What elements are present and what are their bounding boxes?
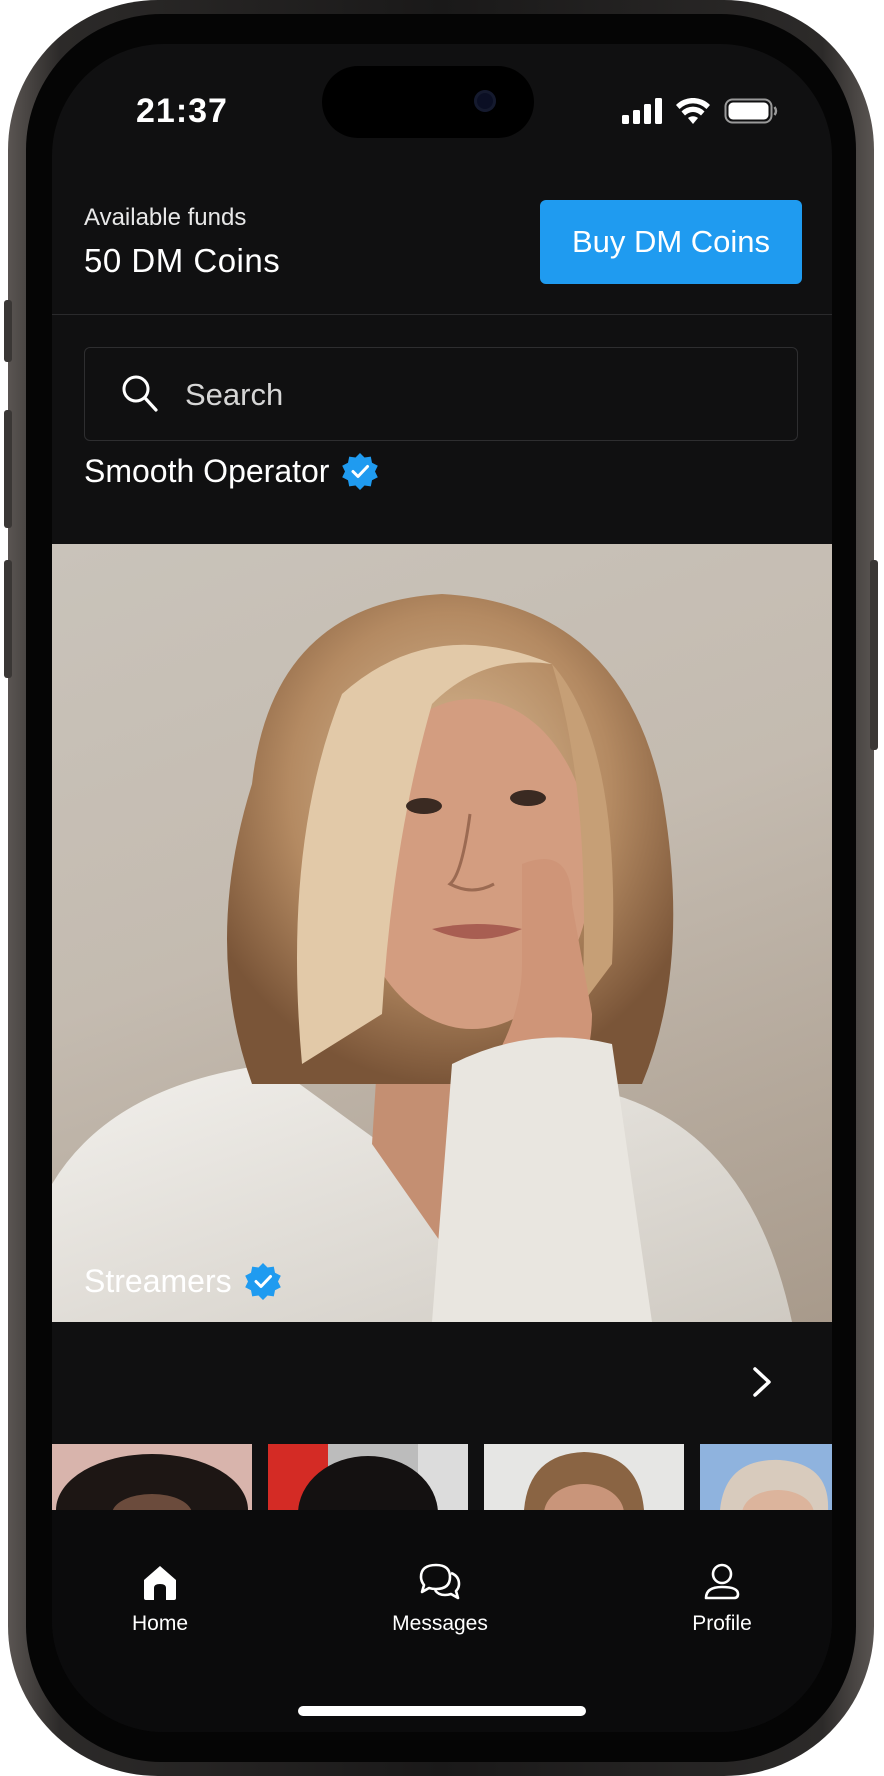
status-icons xyxy=(622,96,778,126)
signal-icon xyxy=(622,98,662,124)
streamers-section-title: Streamers xyxy=(84,1262,232,1299)
header-divider xyxy=(52,314,832,315)
streamer-thumbnail[interactable] xyxy=(700,1444,832,1510)
dynamic-island xyxy=(322,66,534,138)
app-screen: 21:37 Available funds 50 DM Coins Buy DM… xyxy=(52,44,832,1732)
battery-icon xyxy=(724,98,778,124)
tab-messages[interactable]: Messages xyxy=(350,1562,530,1636)
streamer-photo xyxy=(56,1454,248,1510)
buy-coins-button[interactable]: Buy DM Coins xyxy=(540,200,802,284)
status-time: 21:37 xyxy=(136,92,228,130)
volume-down-button xyxy=(4,560,12,678)
search-icon xyxy=(122,375,158,412)
front-camera xyxy=(474,90,496,112)
tab-messages-label: Messages xyxy=(392,1612,488,1635)
tab-profile-label: Profile xyxy=(692,1612,752,1635)
chevron-right-icon[interactable] xyxy=(750,1366,774,1398)
streamer-photo xyxy=(720,1459,829,1510)
tab-home[interactable]: Home xyxy=(70,1562,250,1636)
chat-bubbles-icon xyxy=(419,1563,461,1600)
user-icon xyxy=(704,1563,740,1600)
search-input[interactable] xyxy=(183,366,747,424)
streamers-title-row[interactable]: Streamers xyxy=(84,1262,282,1300)
available-funds-label: Available funds xyxy=(84,204,247,231)
tab-home-label: Home xyxy=(131,1612,189,1635)
streamer-photo xyxy=(524,1452,644,1510)
streamer-thumbnail[interactable] xyxy=(268,1444,468,1510)
verified-badge-icon xyxy=(342,453,379,490)
bottom-tab-bar: Home Messages Profile xyxy=(52,1510,832,1732)
portrait-illustration xyxy=(52,594,792,1322)
power-button xyxy=(870,560,878,750)
tab-profile[interactable]: Profile xyxy=(632,1562,812,1636)
search-bar[interactable] xyxy=(84,347,798,441)
streamer-thumbnail[interactable] xyxy=(484,1444,684,1510)
streamer-photo xyxy=(268,1444,468,1510)
home-indicator[interactable] xyxy=(298,1706,586,1716)
available-funds-value: 50 DM Coins xyxy=(84,242,281,279)
streamer-thumbnail[interactable] xyxy=(52,1444,252,1510)
mute-switch xyxy=(4,300,12,362)
featured-creator-photo[interactable] xyxy=(52,544,832,1322)
wifi-icon xyxy=(676,98,710,124)
verified-badge-icon xyxy=(244,1263,281,1300)
volume-up-button xyxy=(4,410,12,528)
featured-creator-name: Smooth Operator xyxy=(84,452,330,489)
featured-title-row[interactable]: Smooth Operator xyxy=(84,452,379,490)
home-icon xyxy=(144,1566,176,1600)
